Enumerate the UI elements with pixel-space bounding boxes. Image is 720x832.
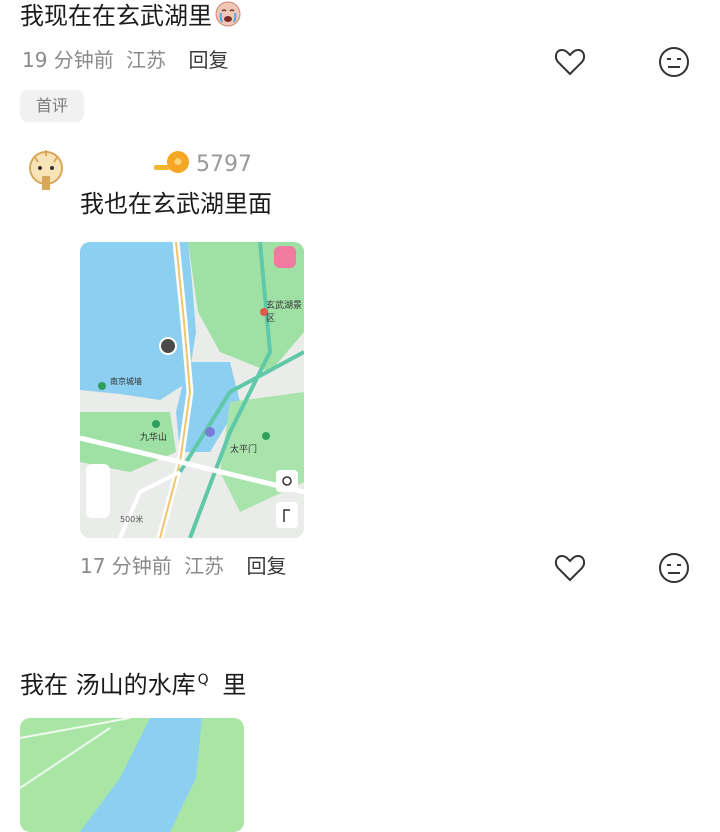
- user-level: 5797: [154, 148, 252, 180]
- dislike-face-icon[interactable]: [656, 44, 692, 80]
- comment-meta: 19 分钟前 江苏 回复: [22, 46, 229, 74]
- comment-time: 19 分钟前: [22, 48, 114, 72]
- comment-location: 江苏: [126, 48, 167, 72]
- reply-location: 江苏: [184, 554, 225, 578]
- crying-face-emoji: [214, 0, 242, 36]
- level-flame-icon: [154, 148, 192, 180]
- map-screenshot[interactable]: 玄武湖景区 九华山 太平门 南京城墙 500米: [80, 242, 304, 538]
- map-label-taiping-gate: 太平门: [230, 445, 258, 455]
- reply-meta: 17 分钟前 江苏 回复: [80, 552, 287, 580]
- map-label-xuanwu: 玄武湖景区: [266, 301, 303, 324]
- map-screenshot[interactable]: [20, 718, 244, 832]
- search-icon[interactable]: Q: [198, 672, 209, 688]
- first-comment-badge: 首评: [20, 90, 84, 122]
- map-label-city-wall: 南京城墙: [110, 377, 142, 386]
- reply-time: 17 分钟前: [80, 554, 172, 578]
- avatar[interactable]: [22, 146, 70, 194]
- dislike-face-icon[interactable]: [656, 550, 692, 586]
- like-heart-icon[interactable]: [552, 550, 588, 586]
- reply-button[interactable]: 回复: [189, 48, 229, 72]
- map-scale: 500米: [120, 515, 144, 524]
- like-heart-icon[interactable]: [552, 44, 588, 80]
- level-number: 5797: [196, 151, 252, 177]
- comment-text: 我在 汤山的水库 Q 里: [20, 671, 247, 699]
- comment-text: 我现在在玄武湖里: [20, 0, 242, 36]
- reply-text: 我也在玄武湖里面: [80, 190, 272, 218]
- reply-button[interactable]: 回复: [247, 554, 287, 578]
- map-label-jiuhuashan: 九华山: [140, 433, 168, 443]
